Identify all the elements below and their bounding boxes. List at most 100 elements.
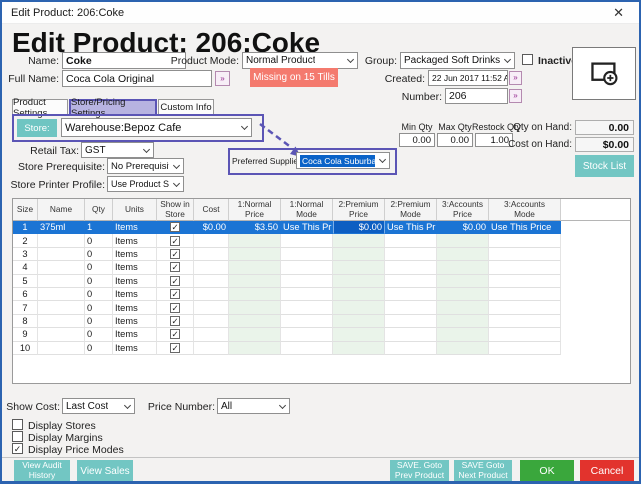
number-field[interactable]: 206	[445, 88, 508, 104]
show-in-store-cell[interactable]: ✓	[157, 301, 194, 314]
table-cell[interactable]	[385, 315, 437, 328]
full-name-input[interactable]: Coca Cola Original	[62, 70, 212, 87]
table-cell[interactable]: 9	[13, 328, 38, 341]
checkbox-checked-icon[interactable]: ✓	[170, 303, 180, 313]
table-cell[interactable]	[385, 248, 437, 261]
preferred-supplier-select[interactable]: Coca Cola Suburban W	[296, 152, 390, 169]
table-cell[interactable]: 0	[85, 342, 113, 355]
store-prerequisite-select[interactable]: No Prerequisite	[107, 158, 184, 174]
table-cell[interactable]: 375ml	[38, 221, 85, 234]
table-cell[interactable]	[281, 234, 333, 247]
table-cell[interactable]: Items	[113, 275, 157, 288]
table-cell[interactable]: Items	[113, 234, 157, 247]
table-cell[interactable]: 1	[13, 221, 38, 234]
table-cell[interactable]	[229, 301, 281, 314]
table-cell[interactable]	[333, 248, 385, 261]
display-margins-checkbox[interactable]	[12, 431, 23, 442]
store-button[interactable]: Store:	[17, 119, 57, 137]
table-cell[interactable]: 2	[13, 234, 38, 247]
table-cell[interactable]	[333, 234, 385, 247]
checkbox-checked-icon[interactable]: ✓	[170, 289, 180, 299]
table-cell[interactable]	[229, 315, 281, 328]
add-image-button[interactable]	[572, 47, 636, 100]
table-cell[interactable]	[229, 342, 281, 355]
table-row[interactable]: 100Items✓	[13, 342, 630, 355]
table-row[interactable]: 60Items✓	[13, 288, 630, 301]
display-price-modes-checkbox[interactable]: ✓	[12, 443, 23, 454]
table-cell[interactable]: 0	[85, 261, 113, 274]
table-cell[interactable]: Use This Price	[489, 221, 561, 234]
table-cell[interactable]: Items	[113, 261, 157, 274]
table-cell[interactable]: Items	[113, 221, 157, 234]
table-cell[interactable]	[489, 275, 561, 288]
show-in-store-cell[interactable]: ✓	[157, 328, 194, 341]
table-cell[interactable]	[489, 261, 561, 274]
table-cell[interactable]: 6	[13, 288, 38, 301]
table-cell[interactable]	[489, 315, 561, 328]
show-in-store-cell[interactable]: ✓	[157, 315, 194, 328]
table-cell[interactable]	[38, 261, 85, 274]
column-header[interactable]: 2:Premium Mode	[385, 199, 437, 221]
table-row[interactable]: 30Items✓	[13, 248, 630, 261]
stock-list-button[interactable]: Stock List	[575, 155, 634, 177]
table-cell[interactable]	[229, 261, 281, 274]
table-cell[interactable]: 7	[13, 301, 38, 314]
table-cell[interactable]: Use This Price	[385, 221, 437, 234]
table-cell[interactable]	[281, 328, 333, 341]
column-header[interactable]: Size	[13, 199, 38, 221]
table-cell[interactable]	[437, 275, 489, 288]
table-cell[interactable]	[38, 315, 85, 328]
table-cell[interactable]	[38, 301, 85, 314]
show-cost-select[interactable]: Last Cost	[62, 398, 135, 414]
table-cell[interactable]: Items	[113, 288, 157, 301]
checkbox-checked-icon[interactable]: ✓	[170, 329, 180, 339]
table-cell[interactable]: 0	[85, 275, 113, 288]
retail-tax-select[interactable]: GST	[81, 142, 154, 158]
table-cell[interactable]	[385, 234, 437, 247]
table-cell[interactable]	[281, 315, 333, 328]
table-cell[interactable]	[437, 234, 489, 247]
table-cell[interactable]: Items	[113, 328, 157, 341]
max-qty-input[interactable]: 0.00	[437, 133, 473, 147]
table-cell[interactable]: $3.50	[229, 221, 281, 234]
table-cell[interactable]: Items	[113, 342, 157, 355]
table-cell[interactable]	[281, 301, 333, 314]
table-cell[interactable]	[229, 234, 281, 247]
table-row[interactable]: 1375ml1Items✓$0.00$3.50Use This Price$0.…	[13, 221, 630, 234]
created-field[interactable]: 22 Jun 2017 11:52 AM	[428, 70, 508, 86]
table-cell[interactable]	[229, 328, 281, 341]
price-number-select[interactable]: All	[217, 398, 290, 414]
table-cell[interactable]	[333, 288, 385, 301]
more-button[interactable]: »	[215, 71, 230, 86]
table-cell[interactable]	[38, 275, 85, 288]
table-cell[interactable]: 0	[85, 328, 113, 341]
checkbox-checked-icon[interactable]: ✓	[170, 316, 180, 326]
table-cell[interactable]	[437, 315, 489, 328]
table-cell[interactable]: $0.00	[333, 221, 385, 234]
table-cell[interactable]	[333, 301, 385, 314]
column-header[interactable]: 1:Normal Mode	[281, 199, 333, 221]
save-goto-prev-button[interactable]: SAVE. Goto Prev Product	[390, 460, 449, 482]
table-row[interactable]: 80Items✓	[13, 315, 630, 328]
table-cell[interactable]: Items	[113, 315, 157, 328]
column-header[interactable]: 3:Accounts Mode	[489, 199, 561, 221]
table-cell[interactable]	[385, 328, 437, 341]
store-printer-profile-select[interactable]: Use Product Setting	[107, 176, 184, 192]
table-cell[interactable]	[437, 248, 489, 261]
column-header[interactable]: 2:Premium Price	[333, 199, 385, 221]
close-icon[interactable]: ✕	[607, 5, 630, 21]
cancel-button[interactable]: Cancel	[580, 460, 634, 482]
table-cell[interactable]: 5	[13, 275, 38, 288]
table-cell[interactable]	[194, 288, 229, 301]
table-cell[interactable]	[385, 288, 437, 301]
table-cell[interactable]	[437, 288, 489, 301]
checkbox-checked-icon[interactable]: ✓	[170, 222, 180, 232]
table-cell[interactable]	[489, 342, 561, 355]
store-select[interactable]: Warehouse:Bepoz Cafe	[61, 118, 252, 137]
table-cell[interactable]	[281, 261, 333, 274]
table-cell[interactable]	[194, 301, 229, 314]
table-cell[interactable]	[194, 315, 229, 328]
table-cell[interactable]	[229, 275, 281, 288]
table-cell[interactable]	[38, 248, 85, 261]
table-cell[interactable]	[194, 328, 229, 341]
